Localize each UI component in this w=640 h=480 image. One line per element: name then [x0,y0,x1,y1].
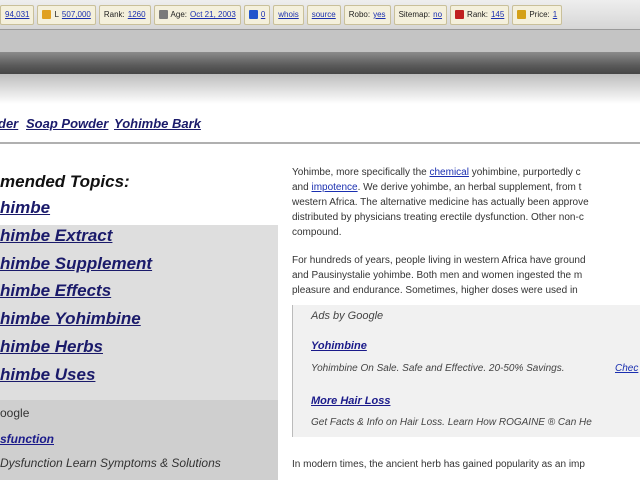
article-text: Yohimbe, more specifically the [292,167,430,178]
seo-toolbar-value[interactable]: 1260 [128,10,146,19]
topic-link-yohimbe-effects[interactable]: himbe Effects [0,281,111,301]
article-line: Yohimbe, more specifically the chemical … [292,165,581,180]
article-inline-link[interactable]: impotence [311,182,357,193]
topic-link-yohimbe[interactable]: himbe [0,198,50,218]
seo-toolbar-item[interactable]: 0 [243,4,271,25]
left-ads-label: oogle [0,406,30,420]
seo-toolbar-key: L [54,10,59,19]
ad-yohimbine-title-link[interactable]: Yohimbine [311,340,367,352]
seo-delicious-icon [248,10,258,19]
seo-toolbar-key: Rank: [467,10,488,19]
article-paragraph-3: In modern times, the ancient herb has ga… [292,459,585,470]
seo-toolbar-value[interactable]: 94,031 [5,10,29,19]
article-line: western Africa. The alternative medicine… [292,195,589,210]
ad-hair-loss-title-link[interactable]: More Hair Loss [311,395,390,407]
seo-toolbar-item[interactable]: source [306,4,341,25]
topic-link-yohimbe-yohimbine[interactable]: himbe Yohimbine [0,309,141,329]
nav-link-yohimbe-bark[interactable]: Yohimbe Bark [114,116,201,131]
seo-toolbar-key: Price: [529,10,550,19]
seo-toolbar-item[interactable]: Robo: yes [343,4,391,25]
seo-toolbar-key: Age: [170,10,188,19]
seo-toolbar-item[interactable]: L 507,000 [37,4,96,25]
left-ad-title-link[interactable]: sfunction [0,432,54,446]
seo-toolbar-value[interactable]: whois [278,10,298,19]
seo-toolbar-key: Rank: [103,10,125,19]
topic-link-yohimbe-uses[interactable]: himbe Uses [0,365,95,385]
ad-hair-loss-text: Get Facts & Info on Hair Loss. Learn How… [311,417,592,428]
seo-toolbar-value[interactable]: source [312,10,336,19]
article-text: yohimbine, purportedly c [468,167,581,178]
article-line: pleasure and endurance. Sometimes, highe… [292,285,578,296]
seo-price-icon [517,10,527,19]
top-nav: der Soap Powder Yohimbe Bark [0,112,640,138]
seo-toolbar-value[interactable]: yes [373,10,385,19]
article-text: and [292,182,312,193]
seo-rank-icon [455,10,465,19]
google-ads-block: Ads by Google Yohimbine Yohimbine On Sal… [292,305,640,437]
seo-toolbar-item[interactable]: Price: 1 [512,4,563,25]
article-line: and Pausinystalie yohimbe. Both men and … [292,270,583,281]
article-text: western Africa. The alternative medicine… [292,197,589,208]
article-line: and impotence. We derive yohimbe, an her… [292,180,581,195]
article-inline-link[interactable]: chemical [429,167,468,178]
ad-yohimbine-check-link[interactable]: Chec [615,363,638,374]
topic-link-yohimbe-extract[interactable]: himbe Extract [0,226,112,246]
seo-toolbar-item[interactable]: 94,031 [0,4,35,25]
seo-toolbar-item[interactable]: Rank: 145 [450,4,510,25]
article-text: compound. [292,227,342,238]
seo-age-icon [158,10,168,19]
seo-toolbar-value[interactable]: 145 [491,10,504,19]
article-line: distributed by physicians treating erect… [292,210,584,225]
nav-link-der[interactable]: der [0,116,18,131]
recommended-topics-heading: mended Topics: [0,172,130,191]
seo-toolbar: 94,031 L 507,000 Rank: 1260 Age: Oct 21, 2003 0… [0,0,640,30]
seo-toolbar-item[interactable]: Rank: 1260 [98,4,151,25]
header-band-light [0,30,640,52]
left-ad-text: Dysfunction Learn Symptoms & Solutions [0,456,221,470]
seo-toolbar-value[interactable]: 507,000 [62,10,91,19]
seo-link-icon [42,10,52,19]
article-line: compound. [292,225,341,240]
seo-toolbar-value[interactable]: 1 [553,10,557,19]
left-column: mended Topics: himbe himbe Extract himbe… [0,150,278,480]
ads-by-google-label: Ads by Google [311,310,384,322]
topic-link-yohimbe-supplement[interactable]: himbe Supplement [0,254,152,274]
article-line: For hundreds of years, people living in … [292,255,586,266]
header-band-fade [0,74,640,104]
seo-toolbar-value[interactable]: 0 [261,10,265,19]
seo-toolbar-item[interactable]: Sitemap: no [393,4,448,25]
topic-link-yohimbe-herbs[interactable]: himbe Herbs [0,337,103,357]
header-band-dark [0,52,640,74]
seo-toolbar-key: Robo: [348,10,371,19]
article-text: . We derive yohimbe, an herbal supplemen… [357,182,582,193]
article-text: distributed by physicians treating erect… [292,212,584,223]
seo-toolbar-value[interactable]: no [433,10,442,19]
seo-toolbar-item[interactable]: whois [273,4,304,25]
seo-toolbar-item[interactable]: Age: Oct 21, 2003 [153,4,241,25]
seo-toolbar-value[interactable]: Oct 21, 2003 [190,10,236,19]
seo-toolbar-key: Sitemap: [398,10,431,19]
nav-link-soap-powder[interactable]: Soap Powder [26,116,108,131]
nav-divider [0,142,640,144]
article-column: Yohimbe, more specifically the chemical … [292,165,640,480]
ad-yohimbine-text: Yohimbine On Sale. Safe and Effective. 2… [311,363,565,374]
